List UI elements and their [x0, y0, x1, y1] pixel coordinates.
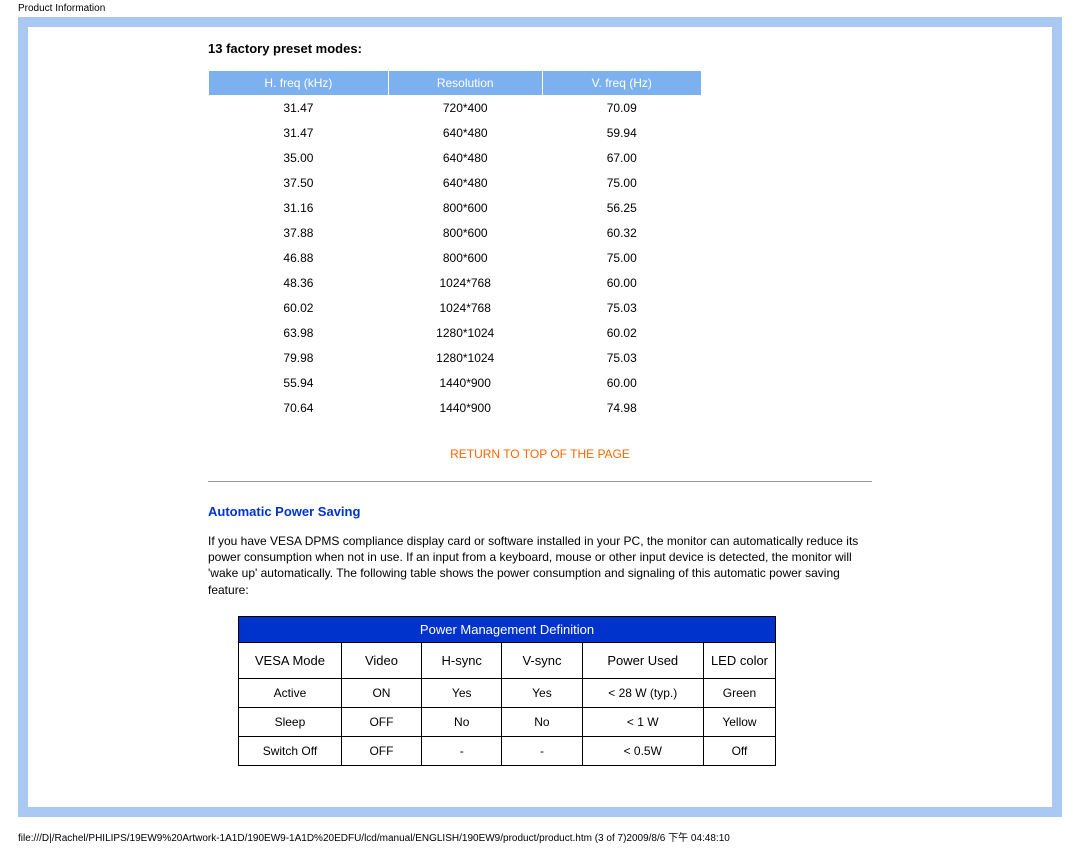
table-cell: 800*600	[389, 246, 542, 270]
document-content: 13 factory preset modes: H. freq (kHz) R…	[28, 27, 1052, 766]
table-row: Switch OffOFF--< 0.5WOff	[239, 736, 776, 765]
table-cell: -	[422, 736, 502, 765]
pm-col-vsync: V-sync	[502, 642, 582, 678]
table-cell: 1280*1024	[389, 346, 542, 370]
table-cell: 1280*1024	[389, 321, 542, 345]
table-row: 70.641440*90074.98	[209, 396, 701, 420]
table-cell: Sleep	[239, 707, 342, 736]
table-cell: 31.16	[209, 196, 388, 220]
preset-modes-table: H. freq (kHz) Resolution V. freq (Hz) 31…	[208, 70, 702, 421]
table-cell: -	[502, 736, 582, 765]
table-cell: 67.00	[543, 146, 701, 170]
table-cell: OFF	[341, 707, 421, 736]
table-cell: 640*480	[389, 146, 542, 170]
table-cell: < 0.5W	[582, 736, 703, 765]
table-row: ActiveONYesYes< 28 W (typ.)Green	[239, 678, 776, 707]
table-cell: 31.47	[209, 96, 388, 120]
table-row: 31.47720*40070.09	[209, 96, 701, 120]
pm-col-led: LED color	[703, 642, 775, 678]
table-row: 48.361024*76860.00	[209, 271, 701, 295]
table-cell: 79.98	[209, 346, 388, 370]
table-cell: 70.64	[209, 396, 388, 420]
page-title-small: Product Information	[0, 0, 1080, 17]
pm-col-hsync: H-sync	[422, 642, 502, 678]
table-cell: ON	[341, 678, 421, 707]
automatic-power-saving-paragraph: If you have VESA DPMS compliance display…	[208, 533, 872, 598]
table-row: 31.47640*48059.94	[209, 121, 701, 145]
table-row: 35.00640*48067.00	[209, 146, 701, 170]
table-cell: 1024*768	[389, 296, 542, 320]
table-cell: Green	[703, 678, 775, 707]
table-cell: No	[422, 707, 502, 736]
pm-title-cell: Power Management Definition	[239, 616, 776, 642]
table-row: SleepOFFNoNo< 1 WYellow	[239, 707, 776, 736]
table-cell: 1440*900	[389, 371, 542, 395]
table-row: 46.88800*60075.00	[209, 246, 701, 270]
table-cell: 800*600	[389, 196, 542, 220]
table-cell: 55.94	[209, 371, 388, 395]
table-cell: 75.00	[543, 246, 701, 270]
table-cell: 1440*900	[389, 396, 542, 420]
table-cell: Yellow	[703, 707, 775, 736]
table-cell: 70.09	[543, 96, 701, 120]
table-cell: 720*400	[389, 96, 542, 120]
power-management-table: Power Management Definition VESA Mode Vi…	[238, 616, 776, 766]
table-cell: 59.94	[543, 121, 701, 145]
pm-header-row: VESA Mode Video H-sync V-sync Power Used…	[239, 642, 776, 678]
table-cell: 37.88	[209, 221, 388, 245]
table-cell: 75.00	[543, 171, 701, 195]
pm-title-row: Power Management Definition	[239, 616, 776, 642]
col-v-freq: V. freq (Hz)	[543, 71, 701, 95]
table-row: 37.50640*48075.00	[209, 171, 701, 195]
table-cell: Yes	[502, 678, 582, 707]
table-row: 60.021024*76875.03	[209, 296, 701, 320]
col-resolution: Resolution	[389, 71, 542, 95]
table-cell: 60.02	[543, 321, 701, 345]
table-cell: < 1 W	[582, 707, 703, 736]
table-cell: No	[502, 707, 582, 736]
table-cell: 48.36	[209, 271, 388, 295]
table-cell: 35.00	[209, 146, 388, 170]
table-cell: Off	[703, 736, 775, 765]
preset-modes-heading: 13 factory preset modes:	[208, 41, 872, 56]
document-frame: 13 factory preset modes: H. freq (kHz) R…	[18, 17, 1062, 817]
table-cell: 800*600	[389, 221, 542, 245]
table-cell: OFF	[341, 736, 421, 765]
pm-col-mode: VESA Mode	[239, 642, 342, 678]
table-cell: 63.98	[209, 321, 388, 345]
table-row: 31.16800*60056.25	[209, 196, 701, 220]
table-cell: 1024*768	[389, 271, 542, 295]
pm-col-video: Video	[341, 642, 421, 678]
table-cell: 75.03	[543, 346, 701, 370]
table-cell: 37.50	[209, 171, 388, 195]
col-h-freq: H. freq (kHz)	[209, 71, 388, 95]
table-cell: 640*480	[389, 171, 542, 195]
table-cell: Yes	[422, 678, 502, 707]
table-cell: 60.00	[543, 271, 701, 295]
table-cell: 60.00	[543, 371, 701, 395]
footer-file-path: file:///D|/Rachel/PHILIPS/19EW9%20Artwor…	[18, 829, 730, 844]
table-cell: < 28 W (typ.)	[582, 678, 703, 707]
return-to-top-link[interactable]: RETURN TO TOP OF THE PAGE	[208, 447, 872, 461]
table-cell: 74.98	[543, 396, 701, 420]
pm-col-power: Power Used	[582, 642, 703, 678]
table-row: 63.981280*102460.02	[209, 321, 701, 345]
automatic-power-saving-heading: Automatic Power Saving	[208, 504, 872, 519]
section-divider	[208, 481, 872, 482]
table-cell: 56.25	[543, 196, 701, 220]
table-row: 79.981280*102475.03	[209, 346, 701, 370]
table-cell: 75.03	[543, 296, 701, 320]
table-row: 37.88800*60060.32	[209, 221, 701, 245]
table-header-row: H. freq (kHz) Resolution V. freq (Hz)	[209, 71, 701, 95]
table-row: 55.941440*90060.00	[209, 371, 701, 395]
table-cell: 60.32	[543, 221, 701, 245]
table-cell: 31.47	[209, 121, 388, 145]
table-cell: Active	[239, 678, 342, 707]
table-cell: Switch Off	[239, 736, 342, 765]
table-cell: 46.88	[209, 246, 388, 270]
table-cell: 60.02	[209, 296, 388, 320]
table-cell: 640*480	[389, 121, 542, 145]
